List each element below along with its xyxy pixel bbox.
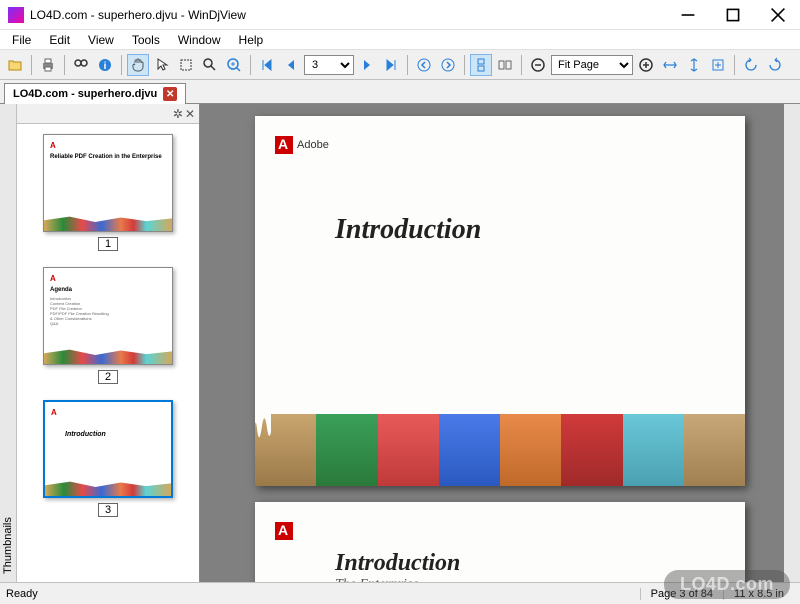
menu-tools[interactable]: Tools xyxy=(124,31,168,49)
thumbnail-number: 3 xyxy=(98,503,118,517)
titlebar: LO4D.com - superhero.djvu - WinDjView xyxy=(0,0,800,30)
document-tab-label: LO4D.com - superhero.djvu xyxy=(13,88,157,100)
last-page-icon[interactable] xyxy=(380,54,402,76)
close-button[interactable] xyxy=(755,0,800,30)
separator xyxy=(407,55,408,75)
menu-file[interactable]: File xyxy=(4,31,39,49)
print-icon[interactable] xyxy=(37,54,59,76)
separator xyxy=(521,55,522,75)
panel-close-icon[interactable]: ✕ xyxy=(185,107,195,121)
separator xyxy=(464,55,465,75)
separator xyxy=(64,55,65,75)
zoom-out-icon[interactable] xyxy=(527,54,549,76)
open-icon[interactable] xyxy=(4,54,26,76)
page-heading: Introduction xyxy=(335,214,725,246)
continuous-layout-icon[interactable] xyxy=(470,54,492,76)
svg-text:i: i xyxy=(104,61,107,72)
zoom-select[interactable]: Fit Page xyxy=(551,55,633,75)
find-icon[interactable] xyxy=(70,54,92,76)
adobe-logo xyxy=(275,522,725,540)
menu-window[interactable]: Window xyxy=(170,31,229,49)
adobe-logo: Adobe xyxy=(275,136,725,154)
adobe-brand-text: Adobe xyxy=(297,139,329,151)
zoom-tool-icon[interactable] xyxy=(199,54,221,76)
window-controls xyxy=(665,0,800,30)
next-page-heading: Introduction xyxy=(335,550,725,577)
page-number-input[interactable]: 3 xyxy=(304,55,354,75)
window-title: LO4D.com - superhero.djvu - WinDjView xyxy=(30,8,665,22)
info-icon[interactable]: i xyxy=(94,54,116,76)
page-viewer[interactable]: Adobe Introduction Introduction The Ente… xyxy=(200,104,800,582)
thumbnail-item[interactable]: A Agenda IntroductionContent CreationPDF… xyxy=(27,267,189,384)
thumbnails-area: ✲ ✕ A Reliable PDF Creation in the Enter… xyxy=(17,104,199,582)
thumbnail-page[interactable]: A Agenda IntroductionContent CreationPDF… xyxy=(43,267,173,365)
next-page-preview: Introduction The Enterprise xyxy=(255,502,745,582)
thumbnail-page[interactable]: A Reliable PDF Creation in the Enterpris… xyxy=(43,134,173,232)
menu-view[interactable]: View xyxy=(80,31,122,49)
thumbnail-number: 1 xyxy=(98,237,118,251)
fit-width-icon[interactable] xyxy=(659,54,681,76)
separator xyxy=(31,55,32,75)
hand-tool-icon[interactable] xyxy=(127,54,149,76)
next-page-icon[interactable] xyxy=(356,54,378,76)
current-page: Adobe Introduction xyxy=(255,116,745,486)
loupe-icon[interactable] xyxy=(223,54,245,76)
adobe-mark-icon xyxy=(275,522,293,540)
toolbar: i 3 Fit Page xyxy=(0,50,800,80)
thumbnails-list[interactable]: A Reliable PDF Creation in the Enterpris… xyxy=(17,124,199,582)
document-tab[interactable]: LO4D.com - superhero.djvu ✕ xyxy=(4,83,186,104)
fit-page-icon[interactable] xyxy=(707,54,729,76)
rotate-left-icon[interactable] xyxy=(740,54,762,76)
back-icon[interactable] xyxy=(413,54,435,76)
thumbnails-panel-label[interactable]: Thumbnails xyxy=(0,104,17,582)
facing-layout-icon[interactable] xyxy=(494,54,516,76)
rotate-right-icon[interactable] xyxy=(764,54,786,76)
minimize-button[interactable] xyxy=(665,0,710,30)
status-page: Page 3 of 84 xyxy=(640,588,723,600)
menu-help[interactable]: Help xyxy=(231,31,272,49)
thumbnail-item[interactable]: A Reliable PDF Creation in the Enterpris… xyxy=(27,134,189,251)
maximize-button[interactable] xyxy=(710,0,755,30)
page-footer-graphic xyxy=(255,414,745,486)
thumbnails-panel: Thumbnails ✲ ✕ A Reliable PDF Creation i… xyxy=(0,104,200,582)
thumbnail-number: 2 xyxy=(98,370,118,384)
menubar: File Edit View Tools Window Help xyxy=(0,30,800,50)
thumbnail-item[interactable]: A Introduction 3 xyxy=(27,400,189,517)
adobe-mark-icon xyxy=(275,136,293,154)
marquee-icon[interactable] xyxy=(175,54,197,76)
zoom-in-icon[interactable] xyxy=(635,54,657,76)
panel-settings-icon[interactable]: ✲ xyxy=(173,107,183,121)
prev-page-icon[interactable] xyxy=(280,54,302,76)
status-size: 11 x 8.5 in xyxy=(723,588,794,600)
content-area: Thumbnails ✲ ✕ A Reliable PDF Creation i… xyxy=(0,104,800,582)
tab-close-icon[interactable]: ✕ xyxy=(163,87,177,101)
next-page-subheading: The Enterprise xyxy=(335,577,725,582)
separator xyxy=(250,55,251,75)
menu-edit[interactable]: Edit xyxy=(41,31,78,49)
document-tabbar: LO4D.com - superhero.djvu ✕ xyxy=(0,80,800,104)
fit-height-icon[interactable] xyxy=(683,54,705,76)
statusbar: Ready Page 3 of 84 11 x 8.5 in xyxy=(0,582,800,604)
separator xyxy=(734,55,735,75)
forward-icon[interactable] xyxy=(437,54,459,76)
select-tool-icon[interactable] xyxy=(151,54,173,76)
thumbnails-header: ✲ ✕ xyxy=(17,104,199,124)
first-page-icon[interactable] xyxy=(256,54,278,76)
vertical-scrollbar[interactable] xyxy=(784,104,800,582)
status-text: Ready xyxy=(6,588,640,600)
thumbnail-page-selected[interactable]: A Introduction xyxy=(43,400,173,498)
app-icon xyxy=(8,7,24,23)
separator xyxy=(121,55,122,75)
